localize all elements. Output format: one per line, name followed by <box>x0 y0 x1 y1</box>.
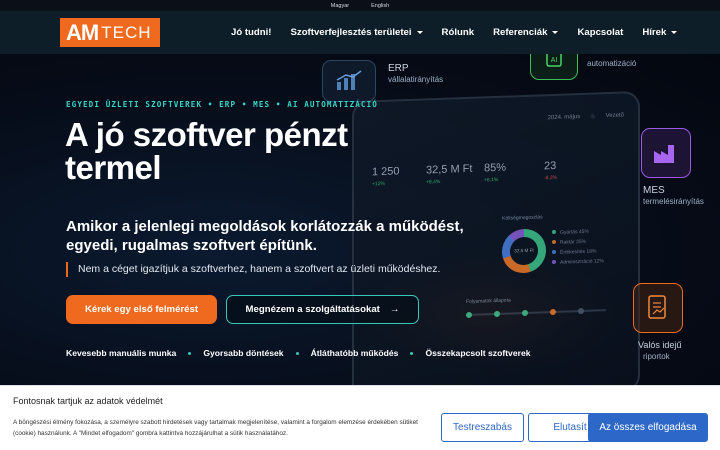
bullet-dot-icon <box>188 351 192 355</box>
benefit-item: Összekapcsolt szoftverek <box>425 348 531 358</box>
nav-referenciak[interactable]: Referenciák <box>493 27 559 38</box>
nav-menu: Jó tudni! Szoftverfejlesztés területei R… <box>231 11 696 54</box>
mes-subtitle: termelésirányítás <box>643 197 704 206</box>
ai-card: AI <box>530 54 578 80</box>
request-assessment-button[interactable]: Kérek egy első felmérést <box>66 295 217 324</box>
arrow-right-icon: → <box>389 304 400 315</box>
chevron-down-icon <box>671 31 678 34</box>
process-dot <box>578 307 584 315</box>
erp-subtitle: vállalatirányítás <box>388 75 444 84</box>
process-title: Folyamatok állapota <box>466 297 511 306</box>
amtech-logo[interactable]: AM TECH <box>60 18 160 47</box>
kpi-3: 85% +6,1% <box>484 161 507 184</box>
erp-title: ERP <box>388 63 409 74</box>
chevron-down-icon <box>416 31 423 34</box>
dashboard-period: 2024. május <box>547 113 581 121</box>
report-document-icon <box>648 295 666 319</box>
erp-card <box>322 60 376 102</box>
process-dot <box>550 308 556 316</box>
bullet-dot-icon <box>410 351 414 355</box>
process-track <box>466 307 606 319</box>
dashboard-topbar: 2024. május ♨ Vezető <box>548 112 624 122</box>
erp-label: ERP vállalatirányítás <box>388 63 443 85</box>
main-navbar: AM TECH Jó tudni! Szoftverfejlesztés ter… <box>0 11 720 54</box>
ai-subtitle: automatizáció <box>587 59 637 68</box>
report-label: Valós idejű riportok <box>638 340 681 362</box>
ai-label: automatizáció <box>587 58 636 69</box>
lang-english[interactable]: English <box>371 3 389 9</box>
report-card <box>633 283 683 333</box>
logo-am-text: AM <box>66 19 99 45</box>
hero-headline: A jó szoftver pénzt termel <box>65 116 348 186</box>
lang-hungarian[interactable]: Magyar <box>331 3 349 9</box>
nav-jo-tudni[interactable]: Jó tudni! <box>231 27 272 38</box>
kpi-4: 23 -8,2% <box>544 159 558 182</box>
logo-tech-text: TECH <box>101 22 152 42</box>
process-dot <box>466 311 472 319</box>
nav-szoftverfejlesztes[interactable]: Szoftverfejlesztés területei <box>291 27 423 38</box>
cookie-description: A böngészési élmény fokozása, a személyr… <box>13 419 418 437</box>
benefit-item: Kevesebb manuális munka <box>66 348 177 358</box>
bell-icon: ♨ <box>590 113 596 120</box>
cookie-accept-all-button[interactable]: Az összes elfogadása <box>588 413 708 442</box>
benefit-item: Gyorsabb döntések <box>203 348 284 358</box>
language-bar: Magyar English <box>0 0 720 11</box>
benefit-item: Átláthatóbb működés <box>310 348 399 358</box>
kpi-2: 32,5 M Ft +8,4% <box>426 162 473 186</box>
nav-kapcsolat[interactable]: Kapcsolat <box>577 27 623 38</box>
donut-title: Költségmegoszlás <box>502 214 543 222</box>
report-title: Valós idejű <box>638 340 682 350</box>
benefits-list: Kevesebb manuális munka Gyorsabb döntése… <box>66 348 531 358</box>
nav-hirek[interactable]: Hírek <box>642 27 678 38</box>
mes-label: MES termelésirányítás <box>643 185 704 207</box>
hero-tagline: EGYEDI ÜZLETI SZOFTVEREK • ERP • MES • A… <box>66 100 378 109</box>
factory-icon <box>654 145 674 163</box>
cookie-title: Fontosnak tartjuk az adatok védelmét <box>13 396 163 406</box>
process-dot <box>494 310 500 318</box>
ai-chip-icon: AI <box>546 54 562 67</box>
mes-card <box>641 128 691 178</box>
report-subtitle: riportok <box>643 352 670 361</box>
hero-section: ERP vállalatirányítás AI automatizáció 2… <box>0 54 720 385</box>
dashboard-user: Vezető <box>605 112 624 119</box>
hero-quote: Nem a céget igazítjuk a szoftverhez, han… <box>66 262 440 277</box>
nav-rolunk[interactable]: Rólunk <box>442 27 475 38</box>
bar-chart-icon <box>336 70 362 90</box>
view-services-button[interactable]: Megnézem a szolgáltatásokat → <box>226 295 419 324</box>
svg-text:AI: AI <box>551 57 558 64</box>
hero-subheadline: Amikor a jelenlegi megoldások korlátozzá… <box>66 218 464 254</box>
bullet-dot-icon <box>295 351 299 355</box>
cookie-customize-button[interactable]: Testreszabás <box>441 413 524 442</box>
chevron-down-icon <box>552 31 559 34</box>
process-dot <box>522 309 528 317</box>
donut-legend: Gyártás 45% Raktár 25% Értékesítés 18% A… <box>552 226 604 268</box>
cookie-consent-banner: Fontosnak tartjuk az adatok védelmét A b… <box>0 385 720 450</box>
mes-title: MES <box>643 185 665 196</box>
